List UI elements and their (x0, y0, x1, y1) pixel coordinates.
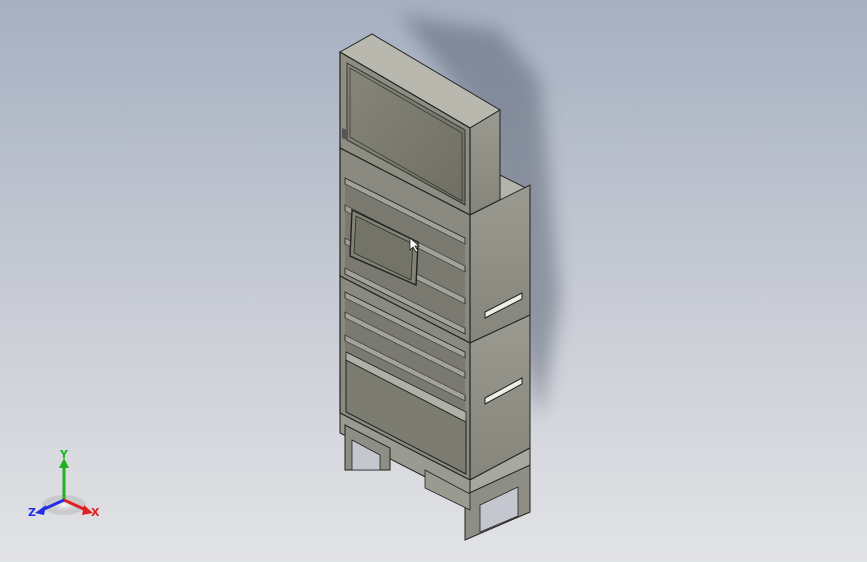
axis-triad: Y X Z (28, 448, 100, 519)
z-axis-label: Z (28, 506, 36, 519)
x-axis-label: X (91, 506, 100, 519)
y-axis-label: Y (59, 448, 69, 461)
graphics-viewport[interactable]: Y X Z (0, 0, 867, 562)
